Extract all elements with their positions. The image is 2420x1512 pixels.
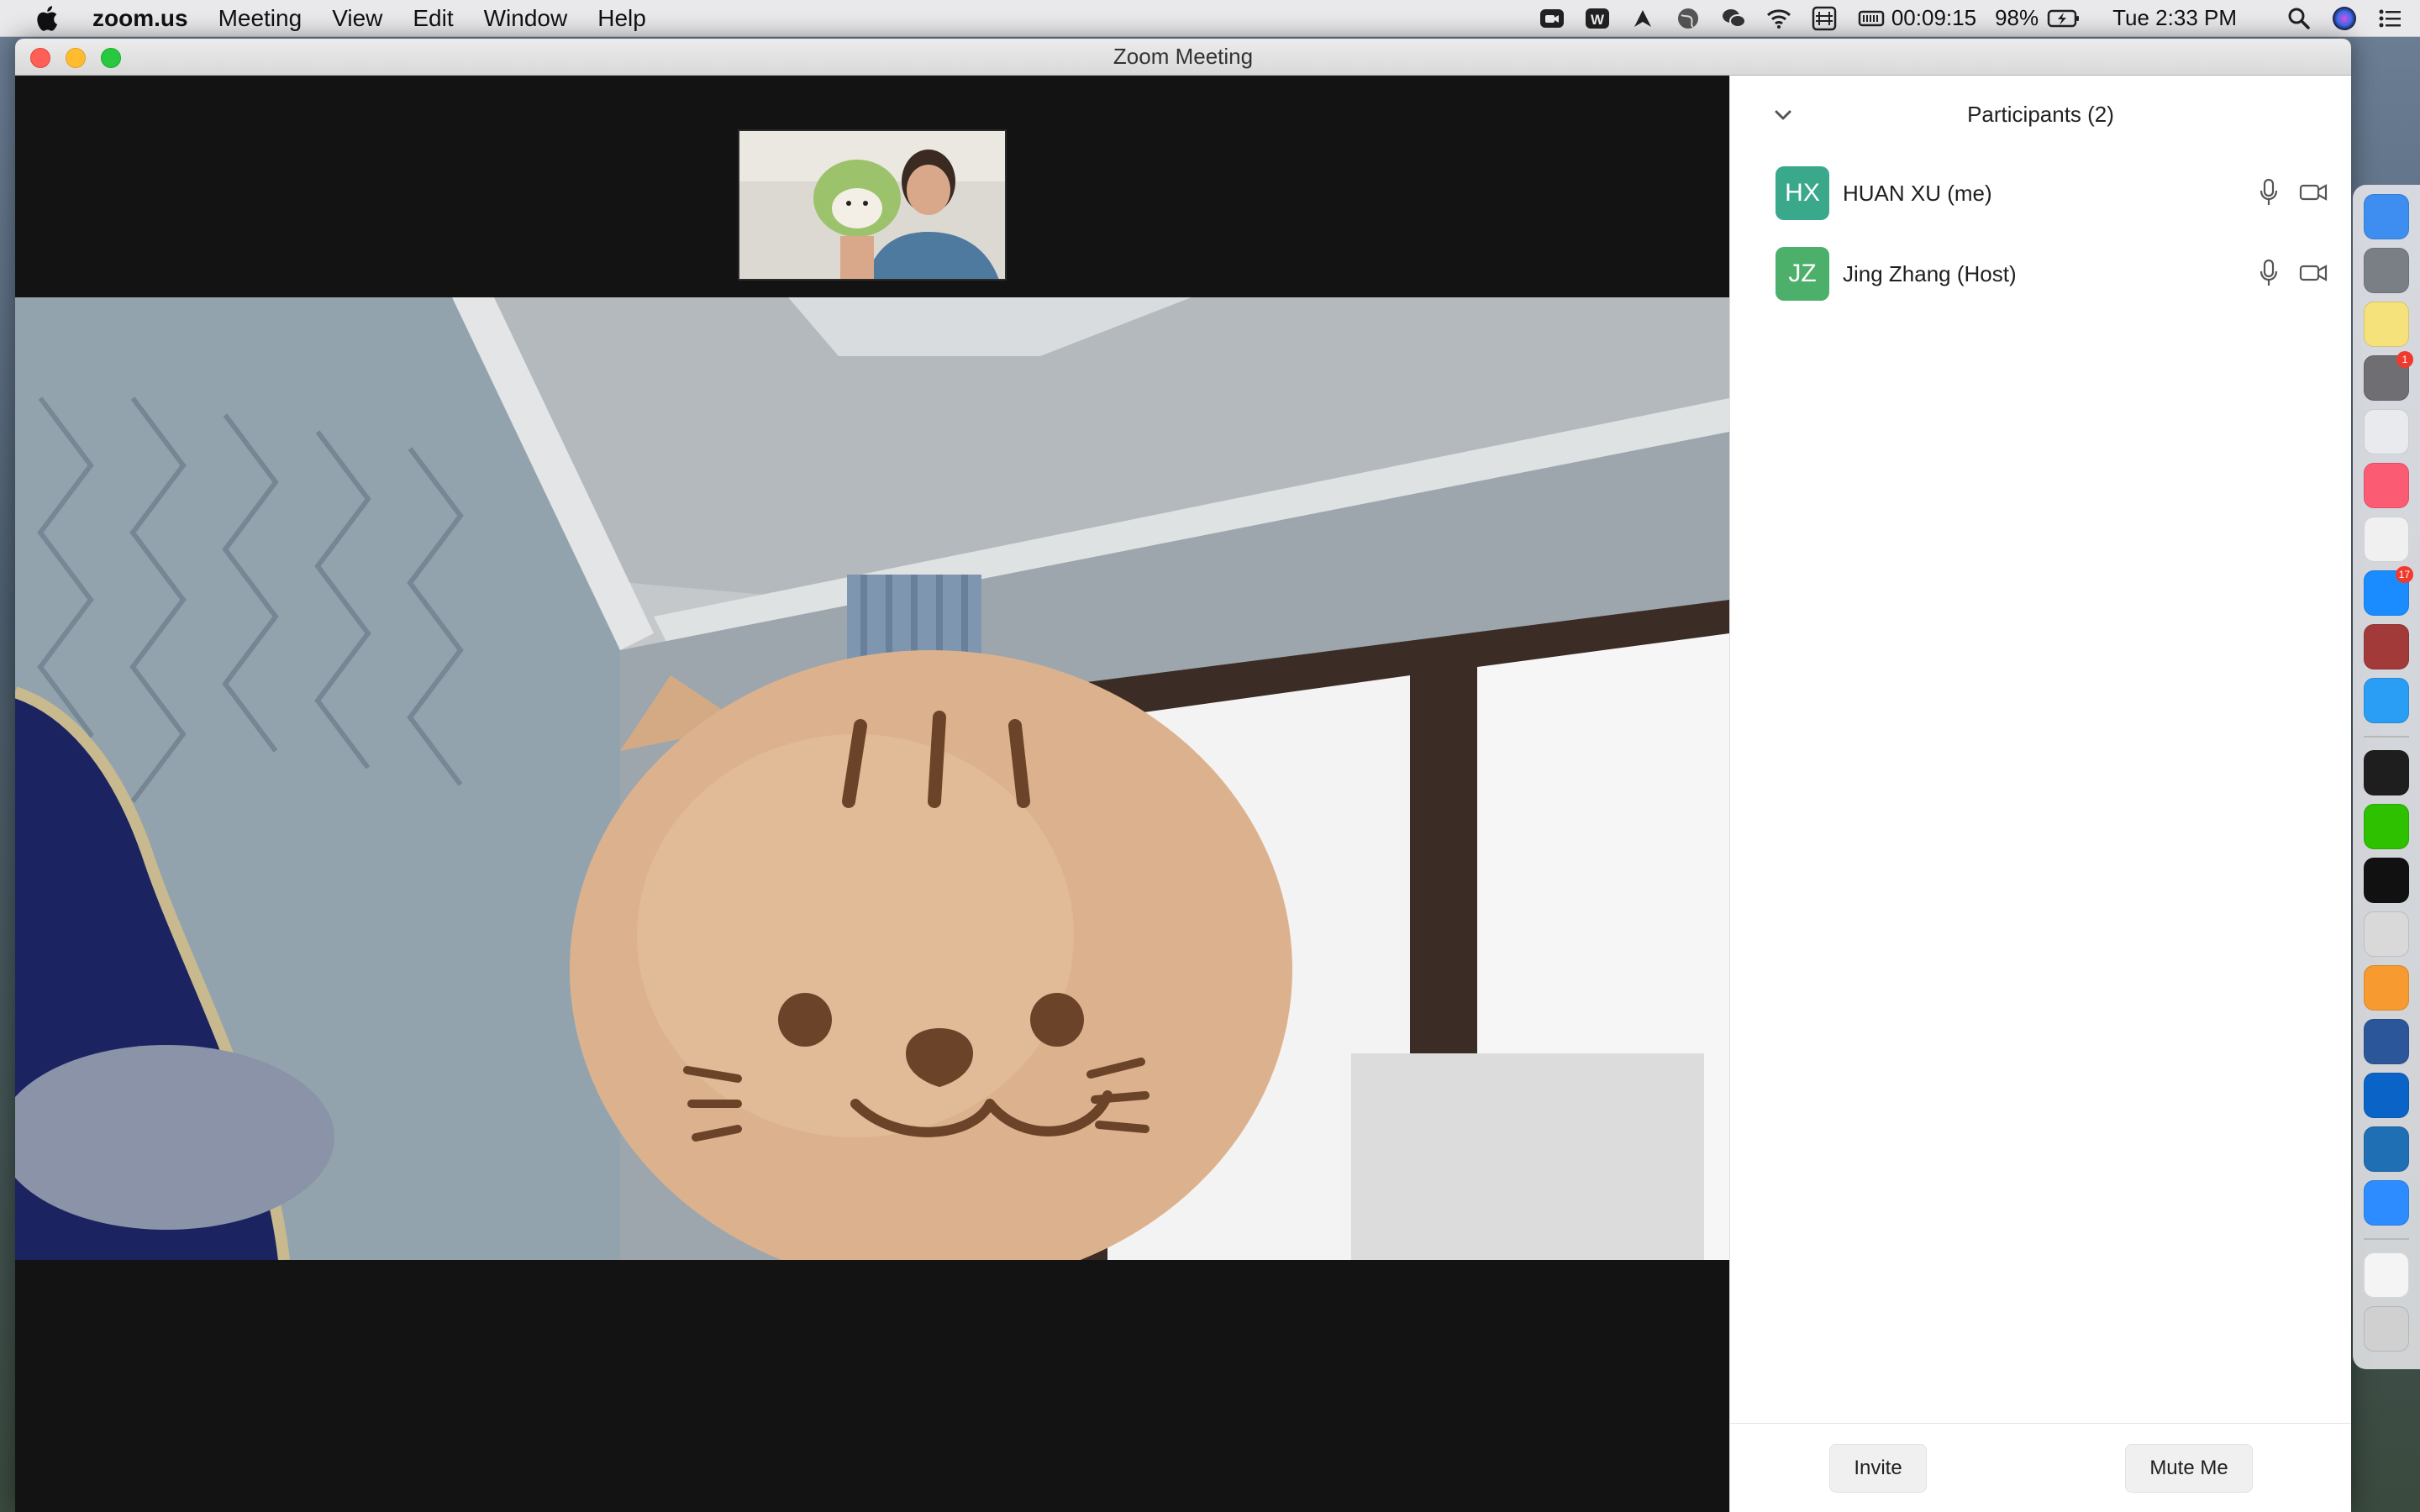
minimize-window-button[interactable]	[66, 48, 86, 68]
zoom-meeting-window: Zoom Meeting Participants (2) HX HUAN XU…	[15, 39, 2351, 1512]
invite-button[interactable]: Invite	[1829, 1443, 1927, 1493]
siri-icon[interactable]	[2331, 5, 2358, 32]
timer-group[interactable]: 00:09:15	[1856, 5, 1976, 32]
dock-separator	[2364, 1238, 2409, 1240]
participant-name: Jing Zhang (Host)	[1843, 260, 2017, 286]
participants-footer: Invite Mute Me	[1730, 1423, 2351, 1512]
microphone-icon[interactable]	[2259, 259, 2279, 287]
battery-percent[interactable]: 98%	[1995, 5, 2039, 31]
w-icon[interactable]: W	[1584, 5, 1611, 32]
launchpad-icon[interactable]	[2364, 248, 2409, 293]
window-titlebar[interactable]: Zoom Meeting	[15, 39, 2351, 76]
notification-badge: 17	[2395, 566, 2413, 583]
dock: 1 17	[2353, 185, 2420, 1369]
finder-icon[interactable]	[2364, 194, 2409, 239]
chrome-icon[interactable]	[2364, 409, 2409, 454]
traffic-lights	[30, 48, 136, 68]
sublime-text-icon[interactable]	[2364, 965, 2409, 1011]
active-speaker-video[interactable]	[15, 297, 1729, 1260]
menu-edit[interactable]: Edit	[413, 5, 453, 32]
zoom-window-button[interactable]	[101, 48, 121, 68]
meeting-timer: 00:09:15	[1891, 5, 1977, 30]
menu-help[interactable]: Help	[597, 5, 646, 32]
video-area[interactable]	[15, 76, 1729, 1512]
avatar: HX	[1776, 166, 1829, 220]
microphone-icon[interactable]	[2259, 178, 2279, 207]
video-camera-icon[interactable]	[2299, 178, 2328, 207]
menu-bar: zoom.us Meeting View Edit Window Help W	[0, 0, 2420, 37]
video-frame-image	[15, 297, 1729, 1260]
input-method-icon[interactable]	[1811, 5, 1838, 32]
participants-title: Participants (2)	[1967, 101, 2114, 127]
keychain-icon[interactable]	[2364, 911, 2409, 957]
dictionary-icon[interactable]	[2364, 624, 2409, 669]
search-icon[interactable]	[2286, 5, 2312, 32]
wechat-icon[interactable]	[2364, 804, 2409, 849]
music-icon[interactable]	[2364, 463, 2409, 508]
participant-name: HUAN XU (me)	[1843, 180, 1992, 206]
self-video-thumbnail[interactable]	[738, 129, 1007, 281]
control-center-icon[interactable]	[2376, 5, 2403, 32]
app-menu[interactable]: zoom.us	[92, 5, 188, 32]
menu-meeting[interactable]: Meeting	[218, 5, 302, 32]
participant-controls	[2238, 178, 2328, 207]
vpn-icon[interactable]	[2364, 1126, 2409, 1172]
battery-meter-icon	[1858, 10, 1885, 26]
dock-separator	[2364, 736, 2409, 738]
system-preferences-icon[interactable]: 1	[2364, 351, 2413, 401]
script-editor-icon[interactable]	[2364, 517, 2409, 562]
notes-icon[interactable]	[2364, 302, 2409, 347]
iterm-icon[interactable]	[2364, 858, 2409, 903]
zoom-icon[interactable]	[2364, 1180, 2409, 1226]
close-window-button[interactable]	[30, 48, 50, 68]
chevron-down-icon[interactable]	[1772, 104, 1794, 126]
participants-header: Participants (2)	[1730, 76, 2351, 153]
menu-view[interactable]: View	[332, 5, 382, 32]
word-icon[interactable]	[2364, 1019, 2409, 1064]
avatar: JZ	[1776, 247, 1829, 301]
participants-panel: Participants (2) HX HUAN XU (me) JZ Jing…	[1729, 76, 2351, 1512]
globe-icon[interactable]	[1675, 5, 1702, 32]
trash-icon[interactable]	[2364, 1306, 2409, 1352]
document-icon[interactable]	[2364, 1252, 2409, 1298]
outlook-icon[interactable]	[2364, 1073, 2409, 1118]
status-area: W 00:09:15 98% Tue 2:33 PM	[1520, 0, 2420, 37]
participant-row[interactable]: HX HUAN XU (me)	[1730, 153, 2351, 234]
menu-window[interactable]: Window	[484, 5, 568, 32]
notification-badge: 1	[2396, 351, 2413, 368]
battery-charging-icon[interactable]	[2045, 5, 2082, 32]
video-camera-icon[interactable]	[2299, 259, 2328, 287]
terminal-icon[interactable]	[2364, 750, 2409, 795]
safari-icon[interactable]	[2364, 678, 2409, 723]
participant-controls	[2238, 259, 2328, 287]
svg-text:W: W	[1591, 12, 1605, 28]
apple-icon[interactable]	[34, 4, 59, 33]
participant-row[interactable]: JZ Jing Zhang (Host)	[1730, 234, 2351, 314]
wifi-icon[interactable]	[1765, 5, 1792, 32]
tool-icon[interactable]	[1629, 5, 1656, 32]
zoom-video-icon[interactable]	[1539, 5, 1565, 32]
app-store-icon[interactable]: 17	[2364, 566, 2413, 616]
mute-me-button[interactable]: Mute Me	[2125, 1443, 2253, 1493]
window-title: Zoom Meeting	[1113, 44, 1254, 69]
thumbnail-image	[739, 131, 1005, 279]
clock[interactable]: Tue 2:33 PM	[2112, 5, 2237, 31]
wechat-icon[interactable]	[1720, 5, 1747, 32]
